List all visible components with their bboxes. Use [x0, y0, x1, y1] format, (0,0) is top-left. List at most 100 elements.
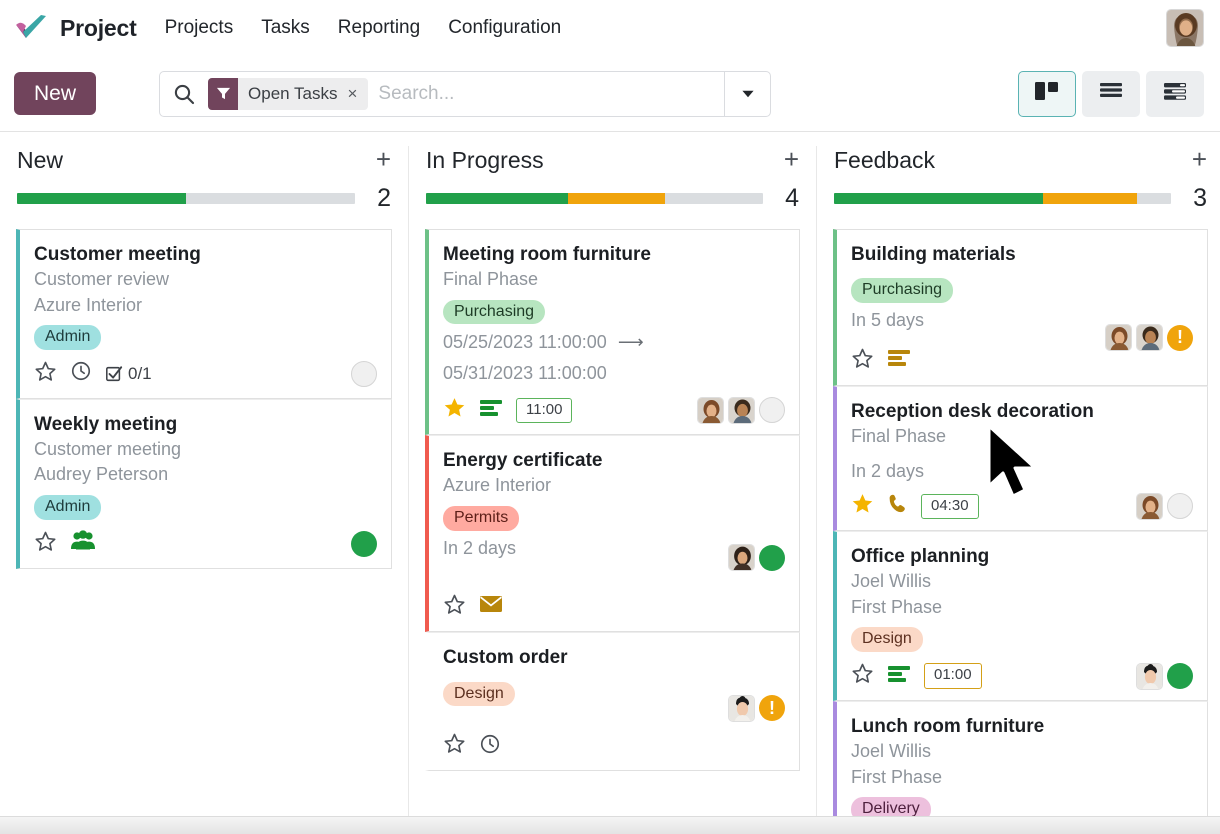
- card-tags: Purchasing: [443, 299, 785, 325]
- card-footer-left: [34, 530, 96, 558]
- tag-admin[interactable]: Admin: [34, 325, 102, 350]
- timer-badge[interactable]: 04:30: [921, 493, 979, 520]
- tag-design[interactable]: Design: [443, 681, 515, 707]
- tag-design[interactable]: Design: [851, 627, 923, 653]
- column-progress-row: 4: [425, 186, 800, 211]
- card-tags: Admin: [34, 494, 377, 520]
- card-footer-left: [443, 593, 503, 621]
- card-footer-right: [697, 396, 785, 424]
- assignee-avatar[interactable]: [1136, 324, 1163, 351]
- list-icon[interactable]: [887, 664, 911, 689]
- plus-icon[interactable]: +: [784, 146, 799, 172]
- nav-reporting[interactable]: Reporting: [338, 11, 420, 45]
- horizontal-scrollbar[interactable]: [0, 816, 1220, 834]
- tag-admin[interactable]: Admin: [34, 494, 102, 520]
- view-activity-button[interactable]: [1146, 70, 1204, 117]
- assignee-avatar[interactable]: [728, 694, 755, 722]
- kanban-card[interactable]: Energy certificate Azure Interior Permit…: [425, 435, 800, 632]
- card-footer: !: [443, 694, 785, 760]
- chevron-down-icon[interactable]: [724, 71, 770, 116]
- kanban-card[interactable]: Meeting room furniture Final Phase Purch…: [425, 229, 800, 436]
- kanban-card[interactable]: Custom order Design !: [425, 631, 800, 772]
- card-footer: !: [851, 324, 1193, 375]
- progress-segment-orange: [567, 193, 666, 204]
- assignee-avatar[interactable]: [1105, 324, 1132, 351]
- star-icon[interactable]: [851, 492, 874, 520]
- status-dot-green[interactable]: [351, 530, 377, 557]
- kanban-card[interactable]: Office planning Joel Willis First Phase …: [833, 531, 1208, 702]
- search-facet-remove-icon[interactable]: ×: [346, 85, 368, 102]
- star-icon[interactable]: [851, 662, 874, 690]
- card-deadline: In 2 days: [851, 461, 925, 482]
- status-dot-empty[interactable]: [759, 397, 785, 424]
- brand-name[interactable]: Project: [60, 15, 137, 42]
- filter-icon[interactable]: [208, 77, 239, 110]
- nav-projects[interactable]: Projects: [165, 11, 234, 45]
- search-facet[interactable]: Open Tasks ×: [208, 77, 369, 110]
- card-footer: 01:00: [851, 662, 1193, 690]
- star-icon[interactable]: [443, 732, 466, 760]
- list-icon[interactable]: [479, 398, 503, 423]
- card-footer: 11:00: [443, 396, 785, 424]
- kanban-card[interactable]: Building materials Purchasing In 5 days: [833, 229, 1208, 386]
- assignee-avatar[interactable]: [1136, 662, 1163, 690]
- envelope-icon[interactable]: [479, 595, 503, 618]
- status-dot-empty[interactable]: [1167, 493, 1193, 520]
- kanban-column-new: New + 2 Customer meeting Customer review…: [0, 146, 408, 834]
- view-list-button[interactable]: [1082, 70, 1140, 117]
- card-footer: [34, 530, 377, 558]
- card-footer: 0/1: [34, 360, 377, 388]
- assignee-avatar[interactable]: [1136, 492, 1163, 520]
- card-title: Custom order: [443, 646, 568, 668]
- assignee-avatar[interactable]: [728, 544, 755, 572]
- people-icon[interactable]: [70, 530, 96, 557]
- plus-icon[interactable]: +: [1192, 146, 1207, 172]
- status-dot-warning[interactable]: !: [1167, 324, 1193, 351]
- status-dot-green[interactable]: [1167, 663, 1193, 690]
- kanban-card[interactable]: Reception desk decoration Final Phase In…: [833, 385, 1208, 532]
- status-dot-green[interactable]: [759, 544, 785, 571]
- assignee-avatar[interactable]: [697, 396, 724, 424]
- kanban-card[interactable]: Weekly meeting Customer meeting Audrey P…: [16, 398, 392, 569]
- clock-icon[interactable]: [479, 733, 501, 760]
- card-title: Lunch room furniture: [851, 716, 1045, 738]
- new-button[interactable]: New: [14, 72, 97, 115]
- column-cards: Meeting room furniture Final Phase Purch…: [425, 229, 800, 772]
- status-dot-empty[interactable]: [351, 360, 377, 387]
- card-subtitle-1: Joel Willis: [851, 571, 932, 592]
- search-icon[interactable]: [160, 82, 208, 106]
- card-subtitle-2: Azure Interior: [34, 294, 143, 315]
- phone-icon[interactable]: [887, 493, 908, 519]
- tag-purchasing[interactable]: Purchasing: [443, 299, 546, 325]
- user-avatar[interactable]: [1166, 9, 1204, 47]
- star-icon[interactable]: [34, 530, 57, 558]
- progress-segment-green: [834, 193, 1043, 204]
- card-title: Building materials: [851, 244, 1016, 265]
- plus-icon[interactable]: +: [376, 146, 391, 172]
- search-input[interactable]: [368, 82, 725, 105]
- tag-purchasing[interactable]: Purchasing: [851, 278, 954, 303]
- timer-badge[interactable]: 11:00: [516, 397, 573, 424]
- star-icon[interactable]: [443, 593, 466, 621]
- checkmark-logo-icon[interactable]: [14, 13, 50, 43]
- column-progress-bar: [426, 193, 763, 204]
- star-icon[interactable]: [34, 360, 57, 388]
- nav-configuration[interactable]: Configuration: [448, 11, 561, 45]
- tag-permits[interactable]: Permits: [443, 506, 520, 531]
- clock-icon[interactable]: [70, 360, 92, 387]
- status-dot-warning[interactable]: !: [759, 695, 785, 722]
- checklist-status[interactable]: 0/1: [105, 364, 152, 384]
- list-icon[interactable]: [887, 348, 911, 373]
- nav-tasks[interactable]: Tasks: [261, 11, 310, 45]
- card-footer-left: 0/1: [34, 360, 152, 388]
- card-footer-right: [1136, 662, 1193, 690]
- kanban-card[interactable]: Lunch room furniture Joel Willis First P…: [833, 701, 1208, 834]
- view-kanban-button[interactable]: [1018, 70, 1076, 117]
- card-date-start-row: 05/25/2023 11:00:00 ⟶: [443, 329, 785, 355]
- kanban-card[interactable]: Customer meeting Customer review Azure I…: [16, 229, 392, 399]
- search-bar[interactable]: Open Tasks ×: [159, 70, 772, 117]
- assignee-avatar[interactable]: [728, 396, 755, 424]
- star-icon[interactable]: [443, 396, 466, 424]
- star-icon[interactable]: [851, 347, 874, 375]
- timer-badge[interactable]: 01:00: [924, 663, 982, 689]
